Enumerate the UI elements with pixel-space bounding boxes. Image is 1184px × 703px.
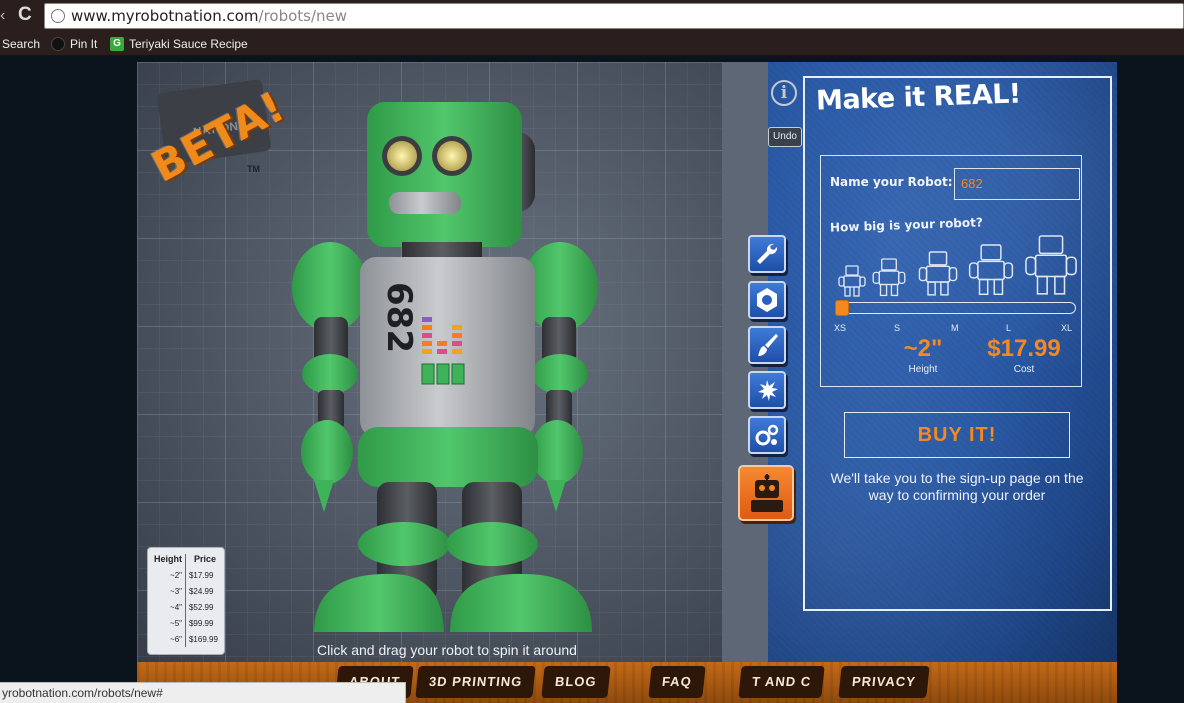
nav-3d-printing[interactable]: 3D PRINTING: [415, 666, 537, 698]
nav-t-and-c[interactable]: T AND C: [738, 666, 825, 698]
price-height: ~2": [148, 567, 186, 583]
order-panel: Make it REAL! Name your Robot: 682 How b…: [768, 62, 1117, 662]
price-value: $17.99: [188, 570, 214, 580]
robot-size-s-icon[interactable]: [872, 255, 906, 297]
gears-tool-button[interactable]: [748, 416, 786, 454]
trademark: TM: [247, 164, 260, 174]
url-text: www.myrobotnation.com/robots/new: [71, 7, 348, 25]
robot-icon: [751, 474, 783, 512]
cost-label: Cost: [1013, 364, 1035, 375]
height-value: ~2": [903, 335, 943, 362]
wrench-icon: [757, 243, 778, 264]
buy-note: We'll take you to the sign-up page on th…: [830, 470, 1084, 503]
nut-icon: [757, 288, 777, 312]
table-row: ~5" $99.99: [148, 615, 224, 631]
decal-tool-button[interactable]: [748, 371, 786, 409]
table-row: ~2" $17.99: [148, 567, 224, 583]
height-label: Height: [908, 364, 938, 375]
status-bar: yrobotnation.com/robots/new#: [0, 682, 406, 703]
browser-toolbar: ‹ C www.myrobotnation.com/robots/new: [0, 0, 1184, 32]
price-header-height: Height: [148, 554, 186, 567]
table-row: ~3" $24.99: [148, 583, 224, 599]
robot-name-input[interactable]: 682: [954, 168, 1080, 200]
nav-faq[interactable]: FAQ: [648, 666, 706, 698]
robot-builder-app: NATION BETA! TM 682 Height Price ~2" $17…: [137, 62, 1117, 703]
buy-it-button[interactable]: BUY IT!: [844, 412, 1070, 458]
robot-size-l-icon[interactable]: [968, 239, 1014, 297]
robot-tool-button[interactable]: [738, 465, 794, 521]
price-height: ~6": [148, 631, 186, 647]
robot-size-xs-icon[interactable]: [838, 263, 866, 297]
spin-hint: Click and drag your robot to spin it aro…: [317, 642, 577, 658]
cost-value: $17.99: [987, 335, 1061, 362]
price-height: ~5": [148, 615, 186, 631]
paintbrush-icon: [758, 334, 778, 356]
nav-blog[interactable]: BLOG: [541, 666, 611, 698]
price-value: $24.99: [188, 586, 214, 596]
price-height: ~4": [148, 599, 186, 615]
robot-number: 682: [379, 282, 419, 353]
size-tick-s: S: [894, 323, 901, 333]
reload-icon[interactable]: C: [18, 5, 36, 25]
price-value: $52.99: [188, 602, 214, 612]
bookmark-pin-it[interactable]: Pin It: [51, 35, 97, 53]
size-tick-xs: XS: [834, 323, 847, 333]
paint-tool-button[interactable]: [748, 326, 786, 364]
undo-button[interactable]: Undo: [768, 127, 802, 147]
size-slider-track[interactable]: [838, 302, 1076, 314]
price-value: $99.99: [188, 618, 214, 628]
globe-icon: [51, 9, 65, 23]
size-robot-icons: [832, 227, 1082, 297]
robot-size-xl-icon[interactable]: [1024, 229, 1078, 297]
logo[interactable]: NATION BETA! TM: [144, 78, 297, 192]
robot-name-label: Name your Robot:: [830, 175, 953, 189]
info-icon[interactable]: i: [771, 80, 797, 106]
robot-model[interactable]: 682: [292, 92, 622, 647]
bookmark-search[interactable]: Search: [2, 35, 40, 53]
splat-icon: [758, 380, 778, 401]
bookmarks-bar: Search Pin It G Teriyaki Sauce Recipe: [0, 32, 1184, 56]
pin-icon: [51, 36, 65, 51]
price-height: ~3": [148, 583, 186, 599]
gears-icon: [755, 424, 779, 446]
address-bar[interactable]: www.myrobotnation.com/robots/new: [44, 3, 1184, 29]
nut-tool-button[interactable]: [748, 281, 786, 319]
g-icon: G: [110, 36, 124, 51]
robot-stage[interactable]: NATION BETA! TM 682 Height Price ~2" $17…: [137, 62, 768, 662]
robot-size-m-icon[interactable]: [918, 247, 958, 297]
price-header-price: Price: [193, 554, 216, 564]
price-value: $169.99: [188, 634, 218, 644]
wrench-tool-button[interactable]: [748, 235, 786, 273]
size-tick-m: M: [951, 323, 959, 333]
back-icon[interactable]: ‹: [0, 6, 10, 26]
nav-privacy[interactable]: PRIVACY: [838, 666, 930, 698]
table-row: ~6" $169.99: [148, 631, 224, 647]
size-tick-xl: XL: [1061, 323, 1073, 333]
bookmark-teriyaki[interactable]: G Teriyaki Sauce Recipe: [110, 35, 248, 53]
size-tick-l: L: [1006, 323, 1012, 333]
table-row: ~4" $52.99: [148, 599, 224, 615]
price-table: Height Price ~2" $17.99 ~3" $24.99 ~4" $52.9…: [147, 547, 225, 655]
size-slider-handle[interactable]: [835, 300, 849, 316]
